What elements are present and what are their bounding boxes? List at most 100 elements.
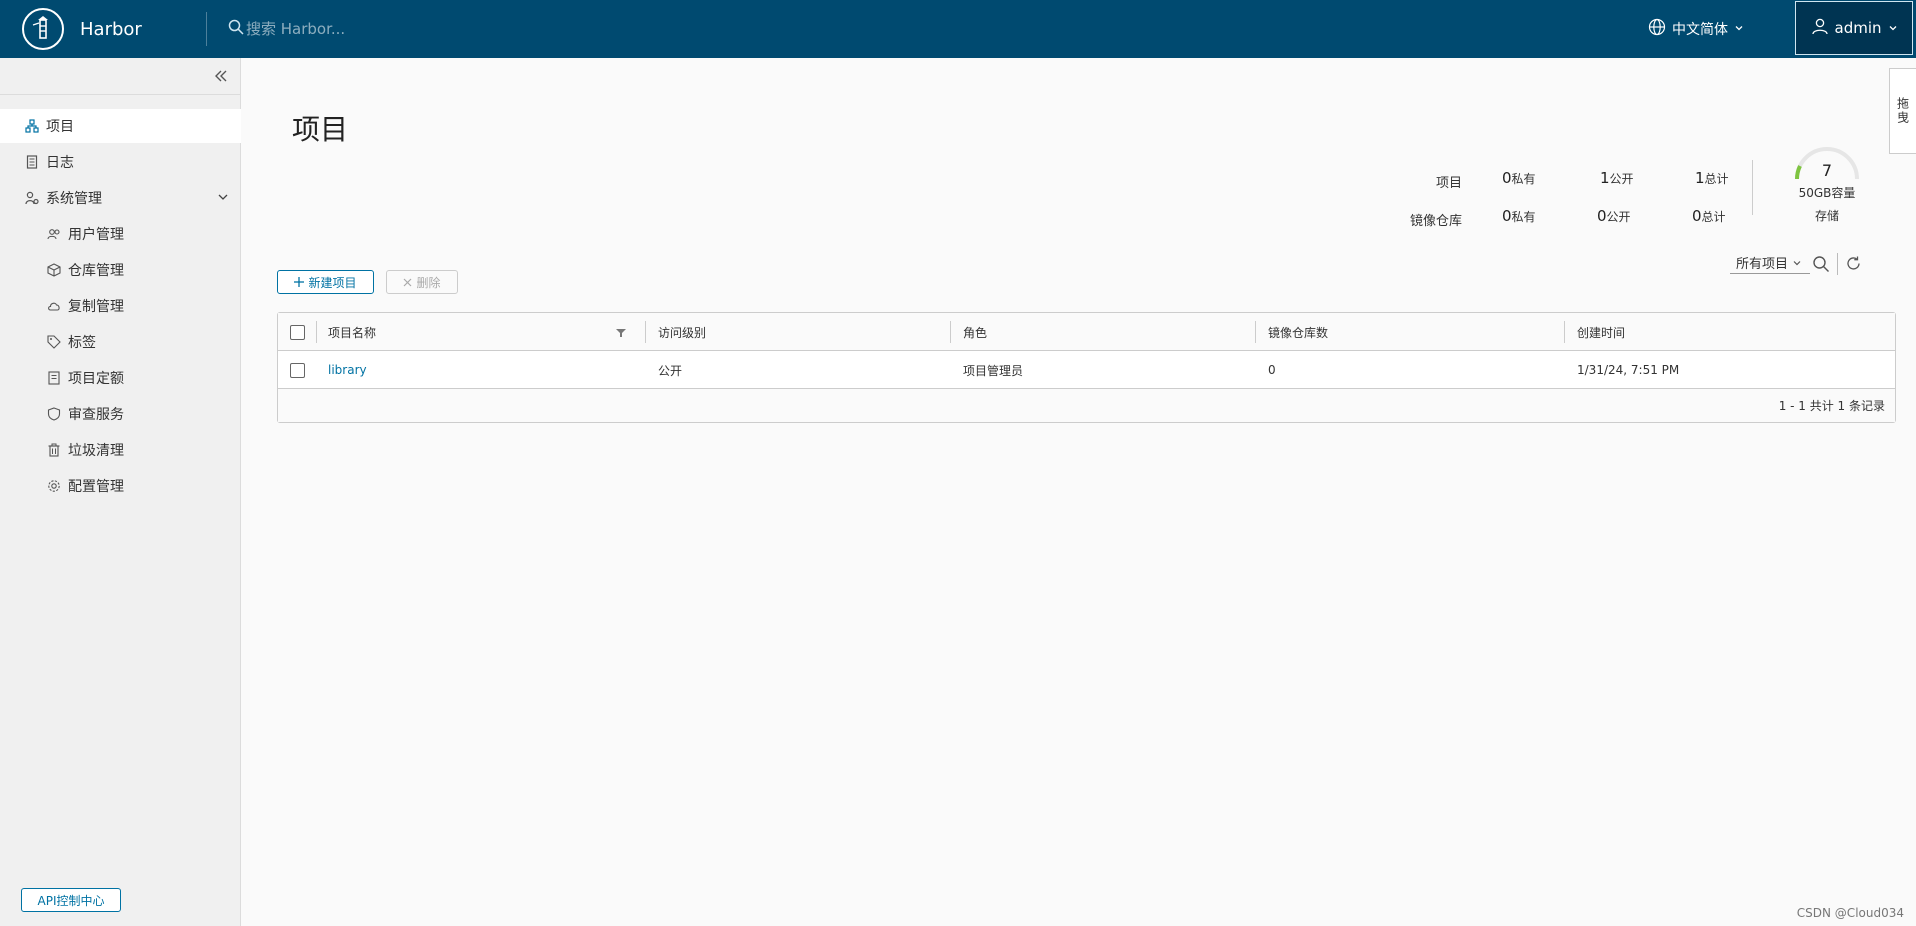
projects-icon bbox=[24, 118, 40, 134]
stat-projects-private: 0私有 bbox=[1502, 169, 1536, 187]
harbor-logo-icon bbox=[22, 8, 64, 50]
storage-label: 存储 bbox=[1814, 209, 1839, 223]
sidebar-item-label: 用户管理 bbox=[68, 227, 124, 243]
row-checkbox[interactable] bbox=[290, 363, 305, 378]
globe-icon bbox=[1648, 18, 1666, 40]
language-selector[interactable]: 中文简体 bbox=[1648, 16, 1744, 42]
language-label: 中文简体 bbox=[1672, 22, 1728, 38]
sidebar-item-label: 仓库管理 bbox=[68, 263, 124, 279]
collapse-sidebar-button[interactable] bbox=[211, 66, 231, 86]
cell-creation-time: 1/31/24, 7:51 PM bbox=[1577, 363, 1680, 377]
quota-icon bbox=[46, 370, 62, 386]
select-all-checkbox[interactable] bbox=[290, 325, 305, 340]
column-separator bbox=[1564, 321, 1565, 343]
sidebar-collapse-row bbox=[0, 58, 241, 95]
brand[interactable]: Harbor bbox=[22, 8, 142, 50]
table-header: 项目名称 访问级别 角色 镜像仓库数 创建时间 bbox=[278, 313, 1895, 351]
sidebar-item-gc[interactable]: 垃圾清理 bbox=[0, 433, 241, 467]
cube-icon bbox=[46, 262, 62, 278]
main-content: 项目 bbox=[241, 58, 1916, 926]
delete-label: 删除 bbox=[416, 275, 441, 290]
header-divider bbox=[206, 12, 207, 46]
sidebar-item-label: 配置管理 bbox=[68, 479, 124, 495]
user-name: admin bbox=[1834, 19, 1882, 37]
header-repo-count[interactable]: 镜像仓库数 bbox=[1268, 313, 1328, 351]
table-row: library 公开 项目管理员 0 1/31/24, 7:51 PM bbox=[278, 351, 1895, 389]
sidebar-item-config[interactable]: 配置管理 bbox=[0, 469, 241, 503]
top-header: Harbor 中文简体 admin bbox=[0, 0, 1916, 58]
search-input[interactable] bbox=[246, 20, 526, 38]
double-chevron-left-icon bbox=[215, 70, 227, 82]
chevron-down-icon bbox=[1793, 260, 1801, 265]
header-creation-time[interactable]: 创建时间 bbox=[1577, 313, 1625, 351]
storage-used: 7 bbox=[1821, 161, 1833, 180]
sidebar-item-label: 垃圾清理 bbox=[68, 443, 124, 459]
new-project-button[interactable]: 新建项目 bbox=[277, 270, 374, 294]
sidebar-item-registries[interactable]: 仓库管理 bbox=[0, 253, 241, 287]
sidebar-item-label: 项目 bbox=[46, 119, 74, 135]
users-icon bbox=[46, 226, 62, 242]
column-separator bbox=[950, 321, 951, 343]
api-explorer-button[interactable]: API控制中心 bbox=[21, 888, 121, 912]
column-separator bbox=[645, 321, 646, 343]
sidebar-item-interrogation[interactable]: 审查服务 bbox=[0, 397, 241, 431]
admin-icon bbox=[24, 190, 40, 206]
user-menu-button[interactable]: admin bbox=[1795, 1, 1913, 55]
storage-capacity: 50GB容量 bbox=[1798, 186, 1856, 200]
column-separator bbox=[316, 321, 317, 343]
search-icon[interactable] bbox=[1812, 255, 1830, 277]
stat-projects-public: 1公开 bbox=[1600, 169, 1634, 187]
page-title: 项目 bbox=[292, 113, 349, 146]
stat-repos-total: 0总计 bbox=[1692, 207, 1726, 225]
delete-button[interactable]: 删除 bbox=[386, 270, 458, 294]
sidebar-item-label: 标签 bbox=[68, 335, 96, 351]
stats-divider bbox=[1752, 160, 1753, 215]
header-access-level[interactable]: 访问级别 bbox=[658, 313, 706, 351]
search-icon bbox=[228, 19, 244, 39]
cell-access-level: 公开 bbox=[658, 363, 683, 378]
header-role[interactable]: 角色 bbox=[963, 313, 987, 351]
chevron-down-icon bbox=[1888, 19, 1898, 37]
refresh-icon[interactable] bbox=[1845, 255, 1862, 276]
sidebar-item-label: 系统管理 bbox=[46, 191, 102, 207]
trash-icon bbox=[46, 442, 62, 458]
drag-side-tab[interactable]: 拖曳 bbox=[1889, 68, 1916, 154]
filter-icon[interactable] bbox=[616, 327, 626, 342]
cloud-icon bbox=[46, 298, 62, 314]
close-icon bbox=[404, 278, 412, 286]
plus-icon bbox=[294, 277, 305, 287]
stats-projects-label: 项目 bbox=[1435, 176, 1462, 191]
pagination-summary: 1 - 1 共计 1 条记录 bbox=[1778, 399, 1885, 413]
brand-name: Harbor bbox=[80, 18, 142, 40]
chevron-down-icon bbox=[217, 191, 229, 207]
sidebar-item-replication[interactable]: 复制管理 bbox=[0, 289, 241, 323]
toolbar-divider bbox=[1837, 253, 1838, 275]
sidebar-item-label: 项目定额 bbox=[68, 371, 124, 387]
table-footer: 1 - 1 共计 1 条记录 bbox=[278, 389, 1895, 422]
project-name-link[interactable]: library bbox=[328, 351, 367, 389]
cell-role: 项目管理员 bbox=[963, 363, 1024, 378]
stat-repos-public: 0公开 bbox=[1597, 207, 1631, 225]
column-separator bbox=[1255, 321, 1256, 343]
log-icon bbox=[24, 154, 40, 170]
sidebar-item-logs[interactable]: 日志 bbox=[0, 145, 241, 179]
header-project-name[interactable]: 项目名称 bbox=[328, 313, 376, 351]
sidebar-item-users[interactable]: 用户管理 bbox=[0, 217, 241, 251]
stat-projects-total: 1总计 bbox=[1695, 169, 1729, 187]
projects-table: 项目名称 访问级别 角色 镜像仓库数 创建时间 library 公开 项目管理员… bbox=[277, 312, 1896, 423]
sidebar-item-quotas[interactable]: 项目定额 bbox=[0, 361, 241, 395]
tag-icon bbox=[46, 334, 62, 350]
sidebar-item-labels[interactable]: 标签 bbox=[0, 325, 241, 359]
global-search[interactable] bbox=[228, 14, 526, 44]
chevron-down-icon bbox=[1734, 21, 1744, 37]
project-filter-value: 所有项目 bbox=[1736, 257, 1789, 272]
stats-repos-label: 镜像仓库 bbox=[1409, 214, 1462, 229]
project-filter-select[interactable]: 所有项目 bbox=[1730, 252, 1810, 274]
watermark: CSDN @Cloud034 bbox=[1796, 906, 1904, 920]
sidebar-item-projects[interactable]: 项目 bbox=[0, 109, 241, 143]
sidebar-item-admin[interactable]: 系统管理 bbox=[0, 181, 241, 215]
stat-repos-private: 0私有 bbox=[1502, 207, 1536, 225]
storage-gauge: 7 50GB容量 存储 bbox=[1772, 145, 1882, 230]
user-icon bbox=[1811, 17, 1829, 39]
shield-icon bbox=[46, 406, 62, 422]
